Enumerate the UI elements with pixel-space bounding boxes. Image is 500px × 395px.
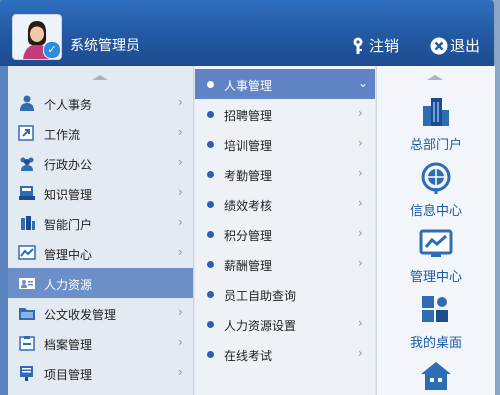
knowledge-icon <box>19 186 35 200</box>
person-icon <box>20 95 34 111</box>
building-icon <box>423 98 449 126</box>
folder-icon <box>19 308 35 320</box>
bullet-icon <box>207 171 214 178</box>
bullet-icon <box>207 261 214 268</box>
chevron-right-icon: › <box>358 166 363 180</box>
menu1-item-archive[interactable]: 档案管理 › <box>8 328 193 358</box>
chart-icon <box>18 245 36 260</box>
workflow-icon <box>18 125 34 141</box>
bullet-icon <box>207 291 214 298</box>
start-menu-panel: 个人事务 › 工作流 › 行政办公 › 知识管理 › 智能门户 › 管理中心 › <box>8 66 495 395</box>
chevron-right-icon: › <box>178 185 183 199</box>
scroll-up-arrow[interactable] <box>92 75 108 80</box>
chevron-right-icon: › <box>178 305 183 319</box>
chevron-right-icon: › <box>178 245 183 259</box>
project-icon <box>20 366 33 381</box>
chevron-right-icon: › <box>358 316 363 330</box>
verified-check-icon: ✓ <box>43 41 61 59</box>
menu2-item-online-exam[interactable]: 在线考试 › <box>195 339 375 369</box>
username: 系统管理员 <box>70 38 140 54</box>
bullet-icon <box>207 231 214 238</box>
chevron-right-icon: › <box>178 125 183 139</box>
close-circle-icon <box>430 37 448 54</box>
menu2-item-personnel[interactable]: 人事管理 ⌄ <box>195 69 375 99</box>
home-icon <box>421 362 451 390</box>
chevron-right-icon: › <box>358 346 363 360</box>
chevron-right-icon: › <box>178 95 183 109</box>
exit-button[interactable]: 退出 <box>430 35 480 56</box>
shortcut-home[interactable] <box>377 360 495 395</box>
portal-icon <box>21 216 35 230</box>
menu2-item-hr-settings[interactable]: 人力资源设置 › <box>195 309 375 339</box>
menu-level1: 个人事务 › 工作流 › 行政办公 › 知识管理 › 智能门户 › 管理中心 › <box>8 66 194 395</box>
menu2-item-performance[interactable]: 绩效考核 › <box>195 189 375 219</box>
chevron-right-icon: › <box>358 106 363 120</box>
bullet-icon <box>207 111 214 118</box>
bullet-icon <box>207 201 214 208</box>
avatar[interactable]: ✓ <box>12 14 62 60</box>
shortcut-headquarters-portal[interactable]: 总部门户 <box>377 96 495 158</box>
chevron-right-icon: › <box>178 215 183 229</box>
logout-button[interactable]: 注销 <box>349 35 399 56</box>
chevron-right-icon: › <box>178 365 183 379</box>
bullet-icon <box>207 81 214 88</box>
menu2-item-salary[interactable]: 薪酬管理 › <box>195 249 375 279</box>
menu1-item-knowledge[interactable]: 知识管理 › <box>8 178 193 208</box>
shortcut-info-center[interactable]: 信息中心 <box>377 162 495 224</box>
menu1-item-management[interactable]: 管理中心 › <box>8 238 193 268</box>
chevron-right-icon: › <box>178 335 183 349</box>
menu2-item-attendance[interactable]: 考勤管理 › <box>195 159 375 189</box>
shortcut-scroll-up-arrow[interactable] <box>427 75 443 80</box>
logout-label: 注销 <box>369 37 400 55</box>
menu2-item-recruit[interactable]: 招聘管理 › <box>195 99 375 129</box>
menu2-item-self-service[interactable]: 员工自助查询 <box>195 279 375 309</box>
menu1-item-hr[interactable]: 人力资源 › <box>8 268 193 298</box>
shortcut-panel: 总部门户 信息中心 管理中心 我的桌面 <box>376 66 495 395</box>
archive-icon <box>19 336 35 351</box>
menu2-item-points[interactable]: 积分管理 › <box>195 219 375 249</box>
menu2-item-training[interactable]: 培训管理 › <box>195 129 375 159</box>
menu1-item-personal[interactable]: 个人事务 › <box>8 88 193 118</box>
bullet-icon <box>207 321 214 328</box>
chevron-right-icon: › <box>358 226 363 240</box>
shortcut-my-desktop[interactable]: 我的桌面 <box>377 294 495 356</box>
info-globe-icon <box>421 162 451 194</box>
menu1-item-documents[interactable]: 公文收发管理 › <box>8 298 193 328</box>
key-icon <box>353 37 363 54</box>
menu1-item-project[interactable]: 项目管理 › <box>8 358 193 388</box>
bullet-icon <box>207 351 214 358</box>
menu1-item-portal[interactable]: 智能门户 › <box>8 208 193 238</box>
chevron-right-icon: › <box>358 196 363 210</box>
top-header: ✓ 系统管理员 注销 退出 <box>0 0 494 66</box>
chevron-right-icon: › <box>358 136 363 150</box>
menu1-item-admin[interactable]: 行政办公 › <box>8 148 193 178</box>
shortcut-management-center[interactable]: 管理中心 <box>377 228 495 290</box>
menu-level2: 人事管理 ⌄ 招聘管理 › 培训管理 › 考勤管理 › 绩效考核 › 积分管理 … <box>195 66 375 395</box>
menu1-item-workflow[interactable]: 工作流 › <box>8 118 193 148</box>
chevron-right-icon: › <box>358 256 363 270</box>
monitor-chart-icon <box>419 229 453 257</box>
chevron-down-icon: ⌄ <box>358 76 369 90</box>
hr-icon <box>19 278 35 289</box>
group-icon <box>20 157 34 171</box>
bullet-icon <box>207 141 214 148</box>
chevron-right-icon: › <box>178 155 183 169</box>
desktop-grid-icon <box>422 296 448 322</box>
exit-label: 退出 <box>450 37 481 55</box>
